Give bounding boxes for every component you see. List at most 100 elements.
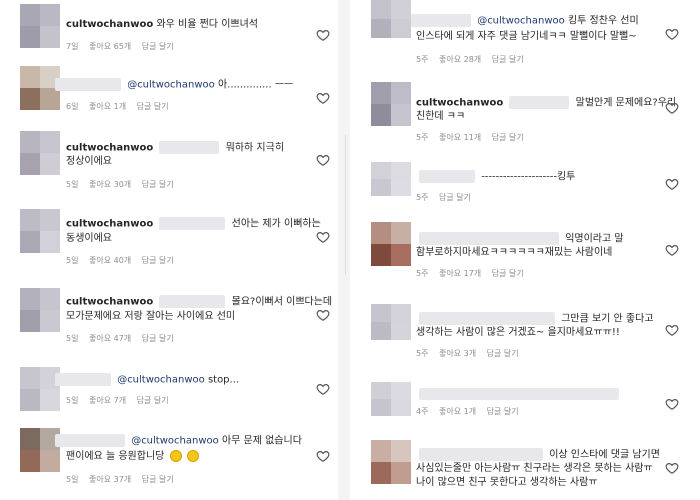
heart-icon[interactable] xyxy=(316,448,330,462)
heart-icon[interactable] xyxy=(665,26,679,40)
comment-likes[interactable]: 좋아요 65개 xyxy=(89,42,131,51)
reply-button[interactable]: 답글 달기 xyxy=(137,102,169,111)
comment-text: 아.............. ㅡㅡ xyxy=(217,79,294,91)
reply-button[interactable]: 답글 달기 xyxy=(142,256,174,265)
heart-icon[interactable] xyxy=(665,176,679,190)
comment-text-line2: 함부로하지마세요ㅋㅋㅋㅋㅋㅋ재밌는 사람이네 xyxy=(416,247,613,258)
comment-time[interactable]: 4주 xyxy=(416,407,428,416)
avatar[interactable] xyxy=(20,131,60,175)
comment-time[interactable]: 5주 xyxy=(416,133,428,142)
comment-item: 이상 인스타에 댓글 남기면 사심있는줄만 아는사람ㅠ 친구라는 생각은 못하는… xyxy=(350,430,700,500)
mention-link[interactable]: @cultwochanwoo xyxy=(131,436,219,447)
avatar[interactable] xyxy=(20,4,60,48)
heart-icon[interactable] xyxy=(316,229,330,243)
avatar[interactable] xyxy=(371,82,411,126)
reply-button[interactable]: 답글 달기 xyxy=(492,133,524,142)
heart-icon[interactable] xyxy=(316,90,330,104)
heart-icon[interactable] xyxy=(665,100,679,114)
reply-button[interactable]: 답글 달기 xyxy=(492,269,524,278)
comment-text-line2: 인스타에 되게 자주 댓글 남기네ㅋㅋ 말뻘이다 말뻘~ xyxy=(416,31,637,42)
reply-button[interactable]: 답글 달기 xyxy=(142,475,174,484)
blurred-username xyxy=(159,141,220,154)
avatar[interactable] xyxy=(371,304,411,340)
comment-text: 킹투 정찬우 선미 xyxy=(567,15,639,27)
comment-time[interactable]: 5일 xyxy=(66,396,78,405)
comment-text: 이상 인스타에 댓글 남기면 xyxy=(549,449,660,461)
avatar[interactable] xyxy=(371,382,411,416)
comment-time[interactable]: 5일 xyxy=(66,256,78,265)
mention-link[interactable]: @cultwochanwoo xyxy=(127,80,215,91)
comment-text: 선아는 제가 이뻐하는 xyxy=(231,218,321,230)
comment-likes[interactable]: 좋아요 47개 xyxy=(89,334,131,343)
comment-item: cultwochanwoo 뭐하하 지극히 정상이에요 5일 좋아요 30개 답… xyxy=(0,125,338,205)
reply-button[interactable]: 답글 달기 xyxy=(142,42,174,51)
avatar[interactable] xyxy=(371,0,411,38)
comment-time[interactable]: 5주 xyxy=(416,269,428,278)
blurred-username xyxy=(159,295,226,308)
comment-time[interactable]: 6일 xyxy=(66,102,78,111)
comments-column-right: @cultwochanwoo 킹투 정찬우 선미 인스타에 되게 자주 댓글 남… xyxy=(350,0,700,500)
comment-likes[interactable]: 좋아요 3개 xyxy=(439,349,476,358)
avatar[interactable] xyxy=(371,222,411,266)
comment-time[interactable]: 5일 xyxy=(66,475,78,484)
avatar[interactable] xyxy=(20,288,60,332)
reply-button[interactable]: 답글 달기 xyxy=(487,407,519,416)
comment-text: 말벌안게 문제에요?우리 xyxy=(575,97,677,109)
comment-username[interactable]: cultwochanwoo xyxy=(66,297,153,308)
comments-column-left: cultwochanwoo 와우 비율 쩐다 이쁘녀석 7일 좋아요 65개 답… xyxy=(0,0,338,500)
comment-likes[interactable]: 좋아요 40개 xyxy=(89,256,131,265)
comment-time[interactable]: 5일 xyxy=(66,334,78,343)
comment-time[interactable]: 5주 xyxy=(416,55,428,64)
heart-icon[interactable] xyxy=(665,460,679,474)
reply-button[interactable]: 답글 달기 xyxy=(487,349,519,358)
heart-icon[interactable] xyxy=(316,152,330,166)
heart-icon[interactable] xyxy=(665,396,679,410)
comment-likes[interactable]: 좋아요 1개 xyxy=(439,407,476,416)
heart-icon[interactable] xyxy=(665,322,679,336)
reply-button[interactable]: 답글 달기 xyxy=(439,193,471,202)
comment-text: 아무 문제 없습니다 xyxy=(221,435,302,447)
avatar[interactable] xyxy=(371,162,411,196)
comment-username[interactable]: cultwochanwoo xyxy=(66,143,153,154)
blurred-username xyxy=(55,78,121,91)
comment-likes[interactable]: 좋아요 11개 xyxy=(439,133,481,142)
reply-button[interactable]: 답글 달기 xyxy=(492,55,524,64)
comment-item: @cultwochanwoo 아.............. ㅡㅡ 6일 좋아요… xyxy=(0,60,338,125)
comment-username[interactable]: cultwochanwoo xyxy=(66,19,153,30)
blurred-username xyxy=(419,388,619,400)
comment-time[interactable]: 5일 xyxy=(66,180,78,189)
reply-button[interactable]: 답글 달기 xyxy=(142,180,174,189)
blurred-username xyxy=(419,312,555,325)
comment-text: 뭐하하 지극히 xyxy=(225,142,285,154)
comment-likes[interactable]: 좋아요 7개 xyxy=(89,396,126,405)
comment-time[interactable]: 5주 xyxy=(416,349,428,358)
comment-text-line2: 생각하는 사람이 많은 거겠죠~ 을지마세요ㅠㅠ!! xyxy=(416,327,620,338)
reply-button[interactable]: 답글 달기 xyxy=(142,334,174,343)
reply-button[interactable]: 답글 달기 xyxy=(137,396,169,405)
comment-item: 익명이라고 말 함부로하지마세요ㅋㅋㅋㅋㅋㅋ재밌는 사람이네 5주 좋아요 17… xyxy=(350,210,700,290)
heart-icon[interactable] xyxy=(316,307,330,321)
comment-item: ---------------------킹투 5주 답글 달기 xyxy=(350,150,700,210)
avatar[interactable] xyxy=(371,440,411,484)
mention-link[interactable]: @cultwochanwoo xyxy=(477,16,565,27)
heart-icon[interactable] xyxy=(316,381,330,395)
avatar[interactable] xyxy=(20,209,60,253)
comment-likes[interactable]: 좋아요 17개 xyxy=(439,269,481,278)
blurred-username xyxy=(419,448,543,461)
comment-time[interactable]: 5주 xyxy=(416,193,428,202)
comment-likes[interactable]: 좋아요 1개 xyxy=(89,102,126,111)
comment-likes[interactable]: 좋아요 30개 xyxy=(89,180,131,189)
comment-username[interactable]: cultwochanwoo xyxy=(416,98,503,109)
heart-icon[interactable] xyxy=(665,242,679,256)
comment-likes[interactable]: 좋아요 28개 xyxy=(439,55,481,64)
comment-username[interactable]: cultwochanwoo xyxy=(66,219,153,230)
mention-link[interactable]: @cultwochanwoo xyxy=(117,375,205,386)
blurred-username xyxy=(159,217,226,230)
comment-time[interactable]: 7일 xyxy=(66,42,78,51)
blurred-username xyxy=(411,14,471,27)
comment-likes[interactable]: 좋아요 37개 xyxy=(89,475,131,484)
reply-thread-line xyxy=(345,135,346,275)
column-gutter xyxy=(338,0,350,500)
heart-icon[interactable] xyxy=(316,27,330,41)
smiley-emoji-icon xyxy=(186,450,199,462)
